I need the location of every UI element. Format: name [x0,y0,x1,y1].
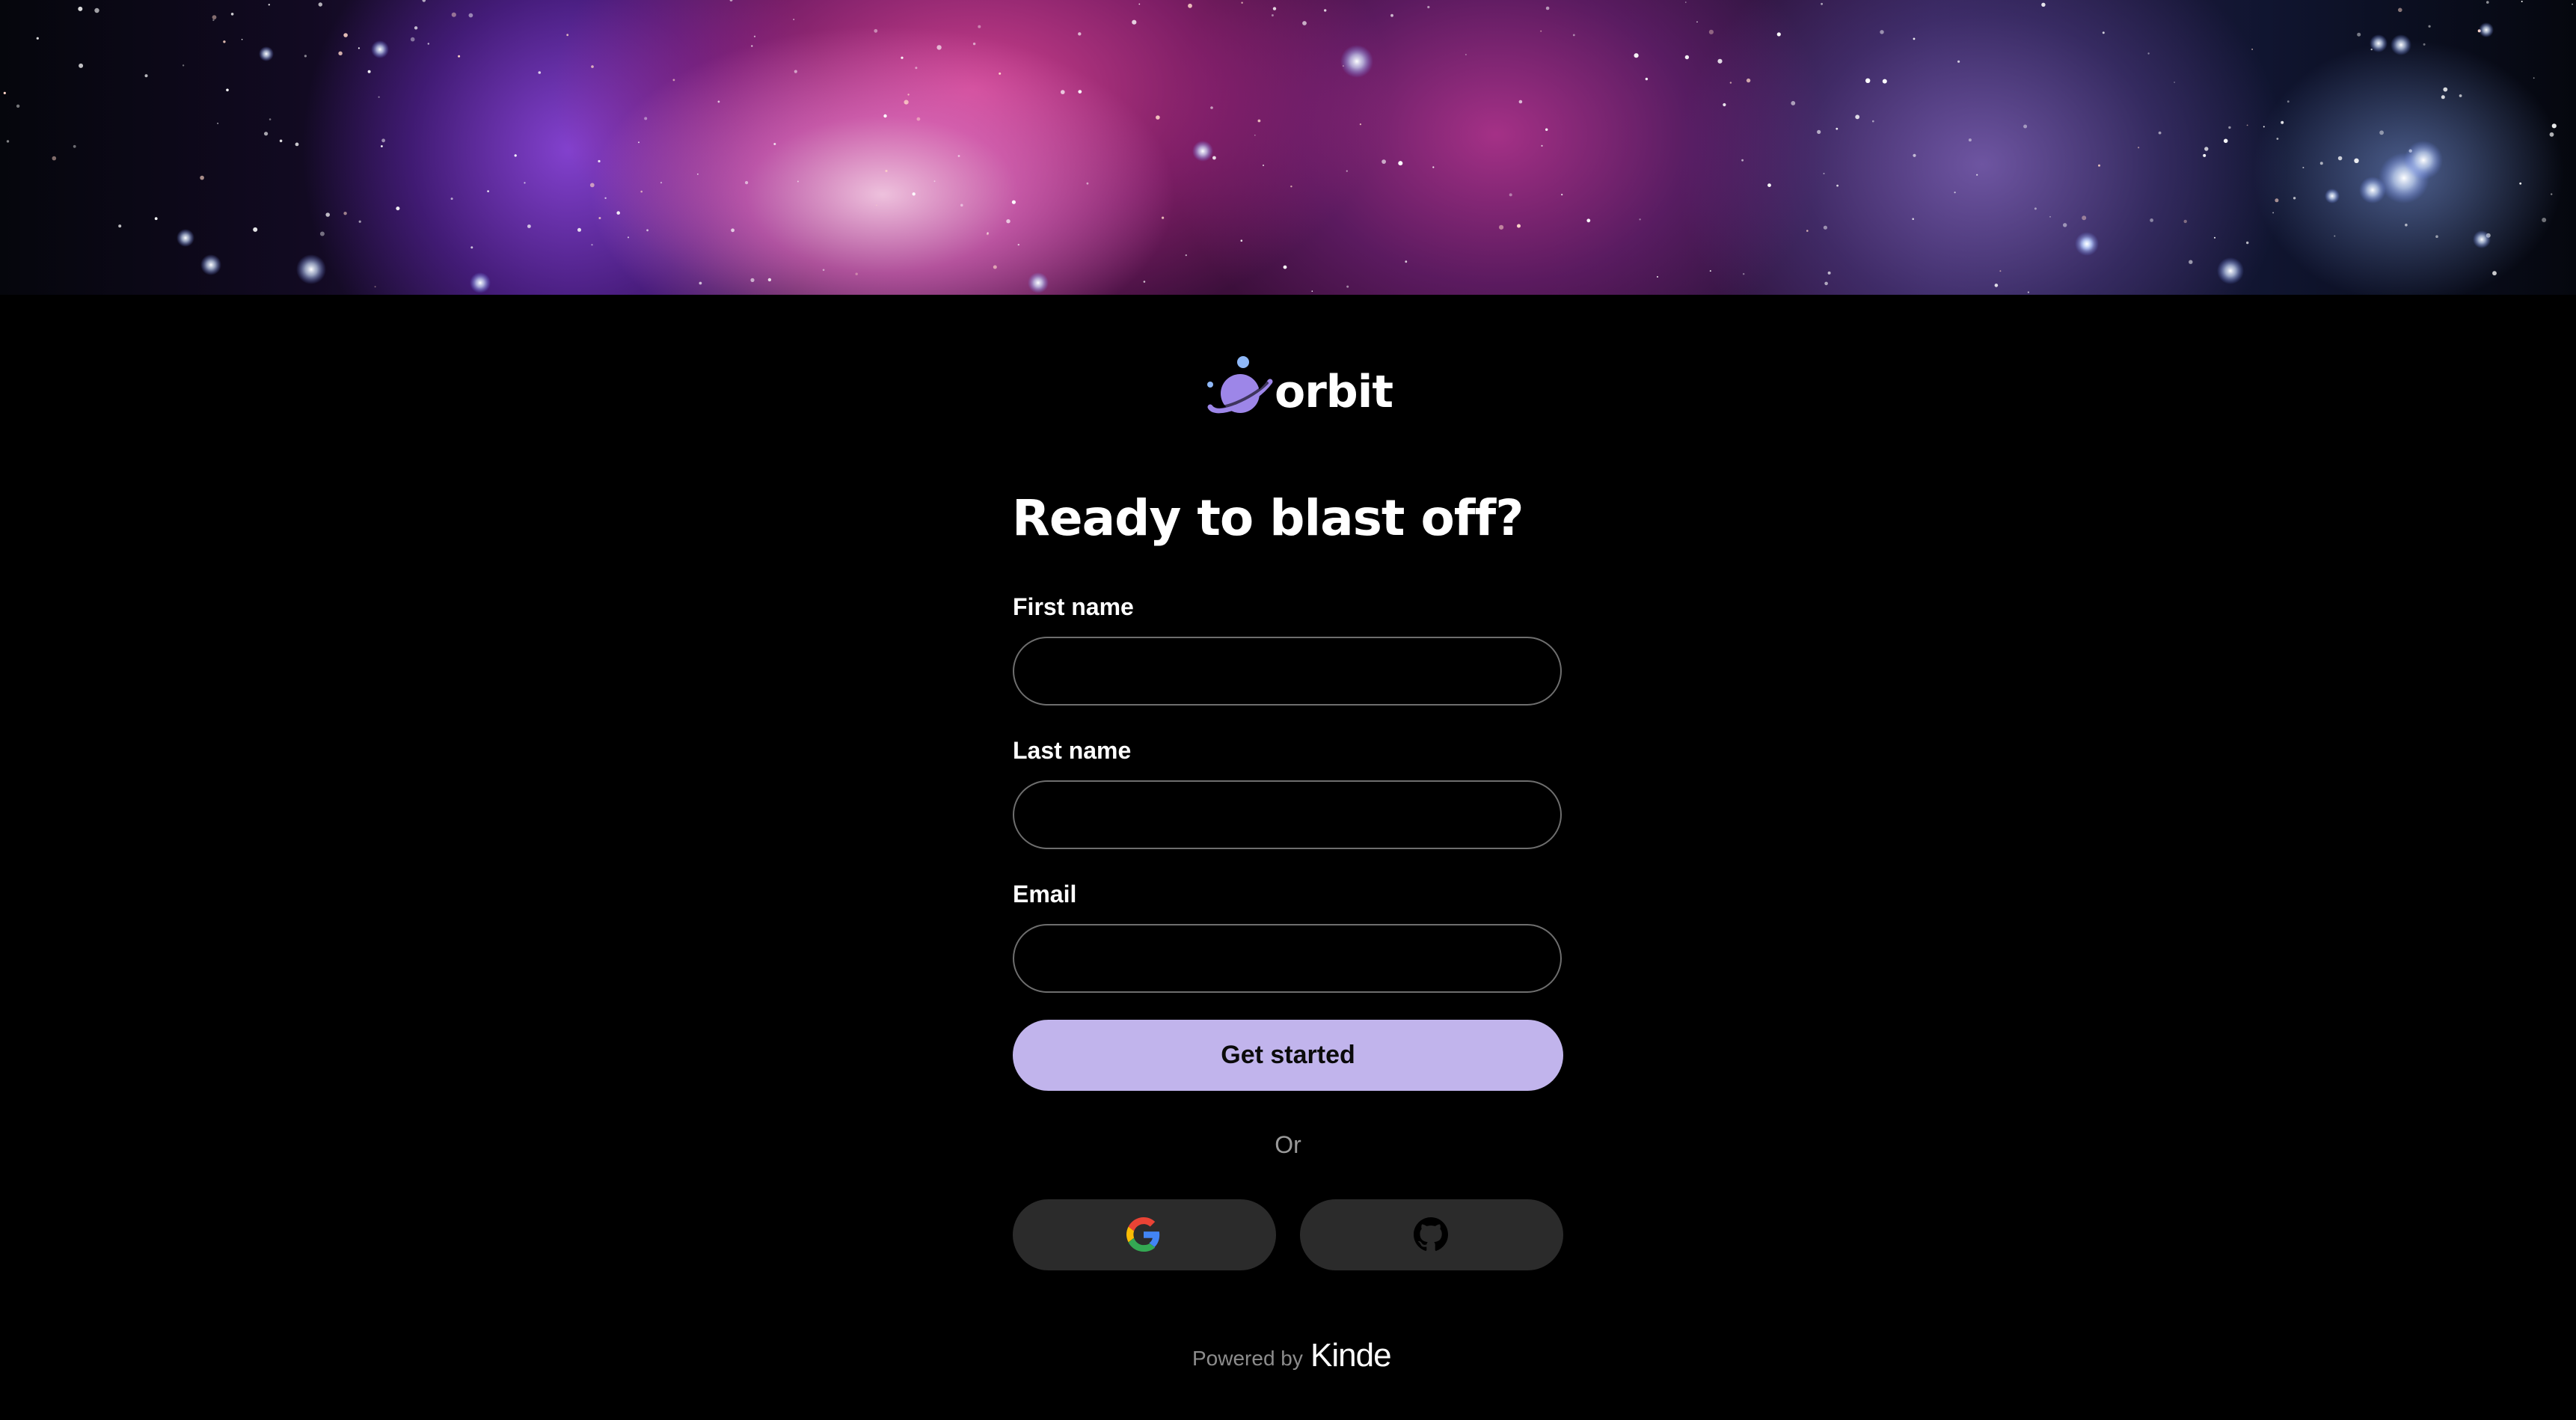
google-icon [1126,1217,1160,1252]
planet-icon [1207,356,1273,414]
page-title: Ready to blast off? [1012,489,1524,547]
first-name-field[interactable] [1013,637,1562,706]
kinde-logo: Kinde [1310,1337,1392,1374]
or-divider: Or [1275,1131,1301,1158]
brand-name: orbit [1275,366,1393,418]
powered-by[interactable]: Powered by Kinde [1192,1339,1392,1377]
email-label: Email [1013,881,1077,908]
orbit-logo: orbit [1201,352,1393,426]
first-name-label: First name [1013,593,1134,620]
github-icon [1414,1217,1448,1251]
last-name-field[interactable] [1013,780,1562,849]
hero-banner-image [0,0,2576,295]
google-login-button[interactable] [1013,1199,1276,1270]
last-name-label: Last name [1013,737,1132,764]
get-started-button[interactable]: Get started [1013,1020,1563,1091]
starfield [3,0,2574,293]
github-login-button[interactable] [1300,1199,1563,1270]
powered-by-label: Powered by [1192,1347,1303,1370]
email-field[interactable] [1013,924,1562,993]
